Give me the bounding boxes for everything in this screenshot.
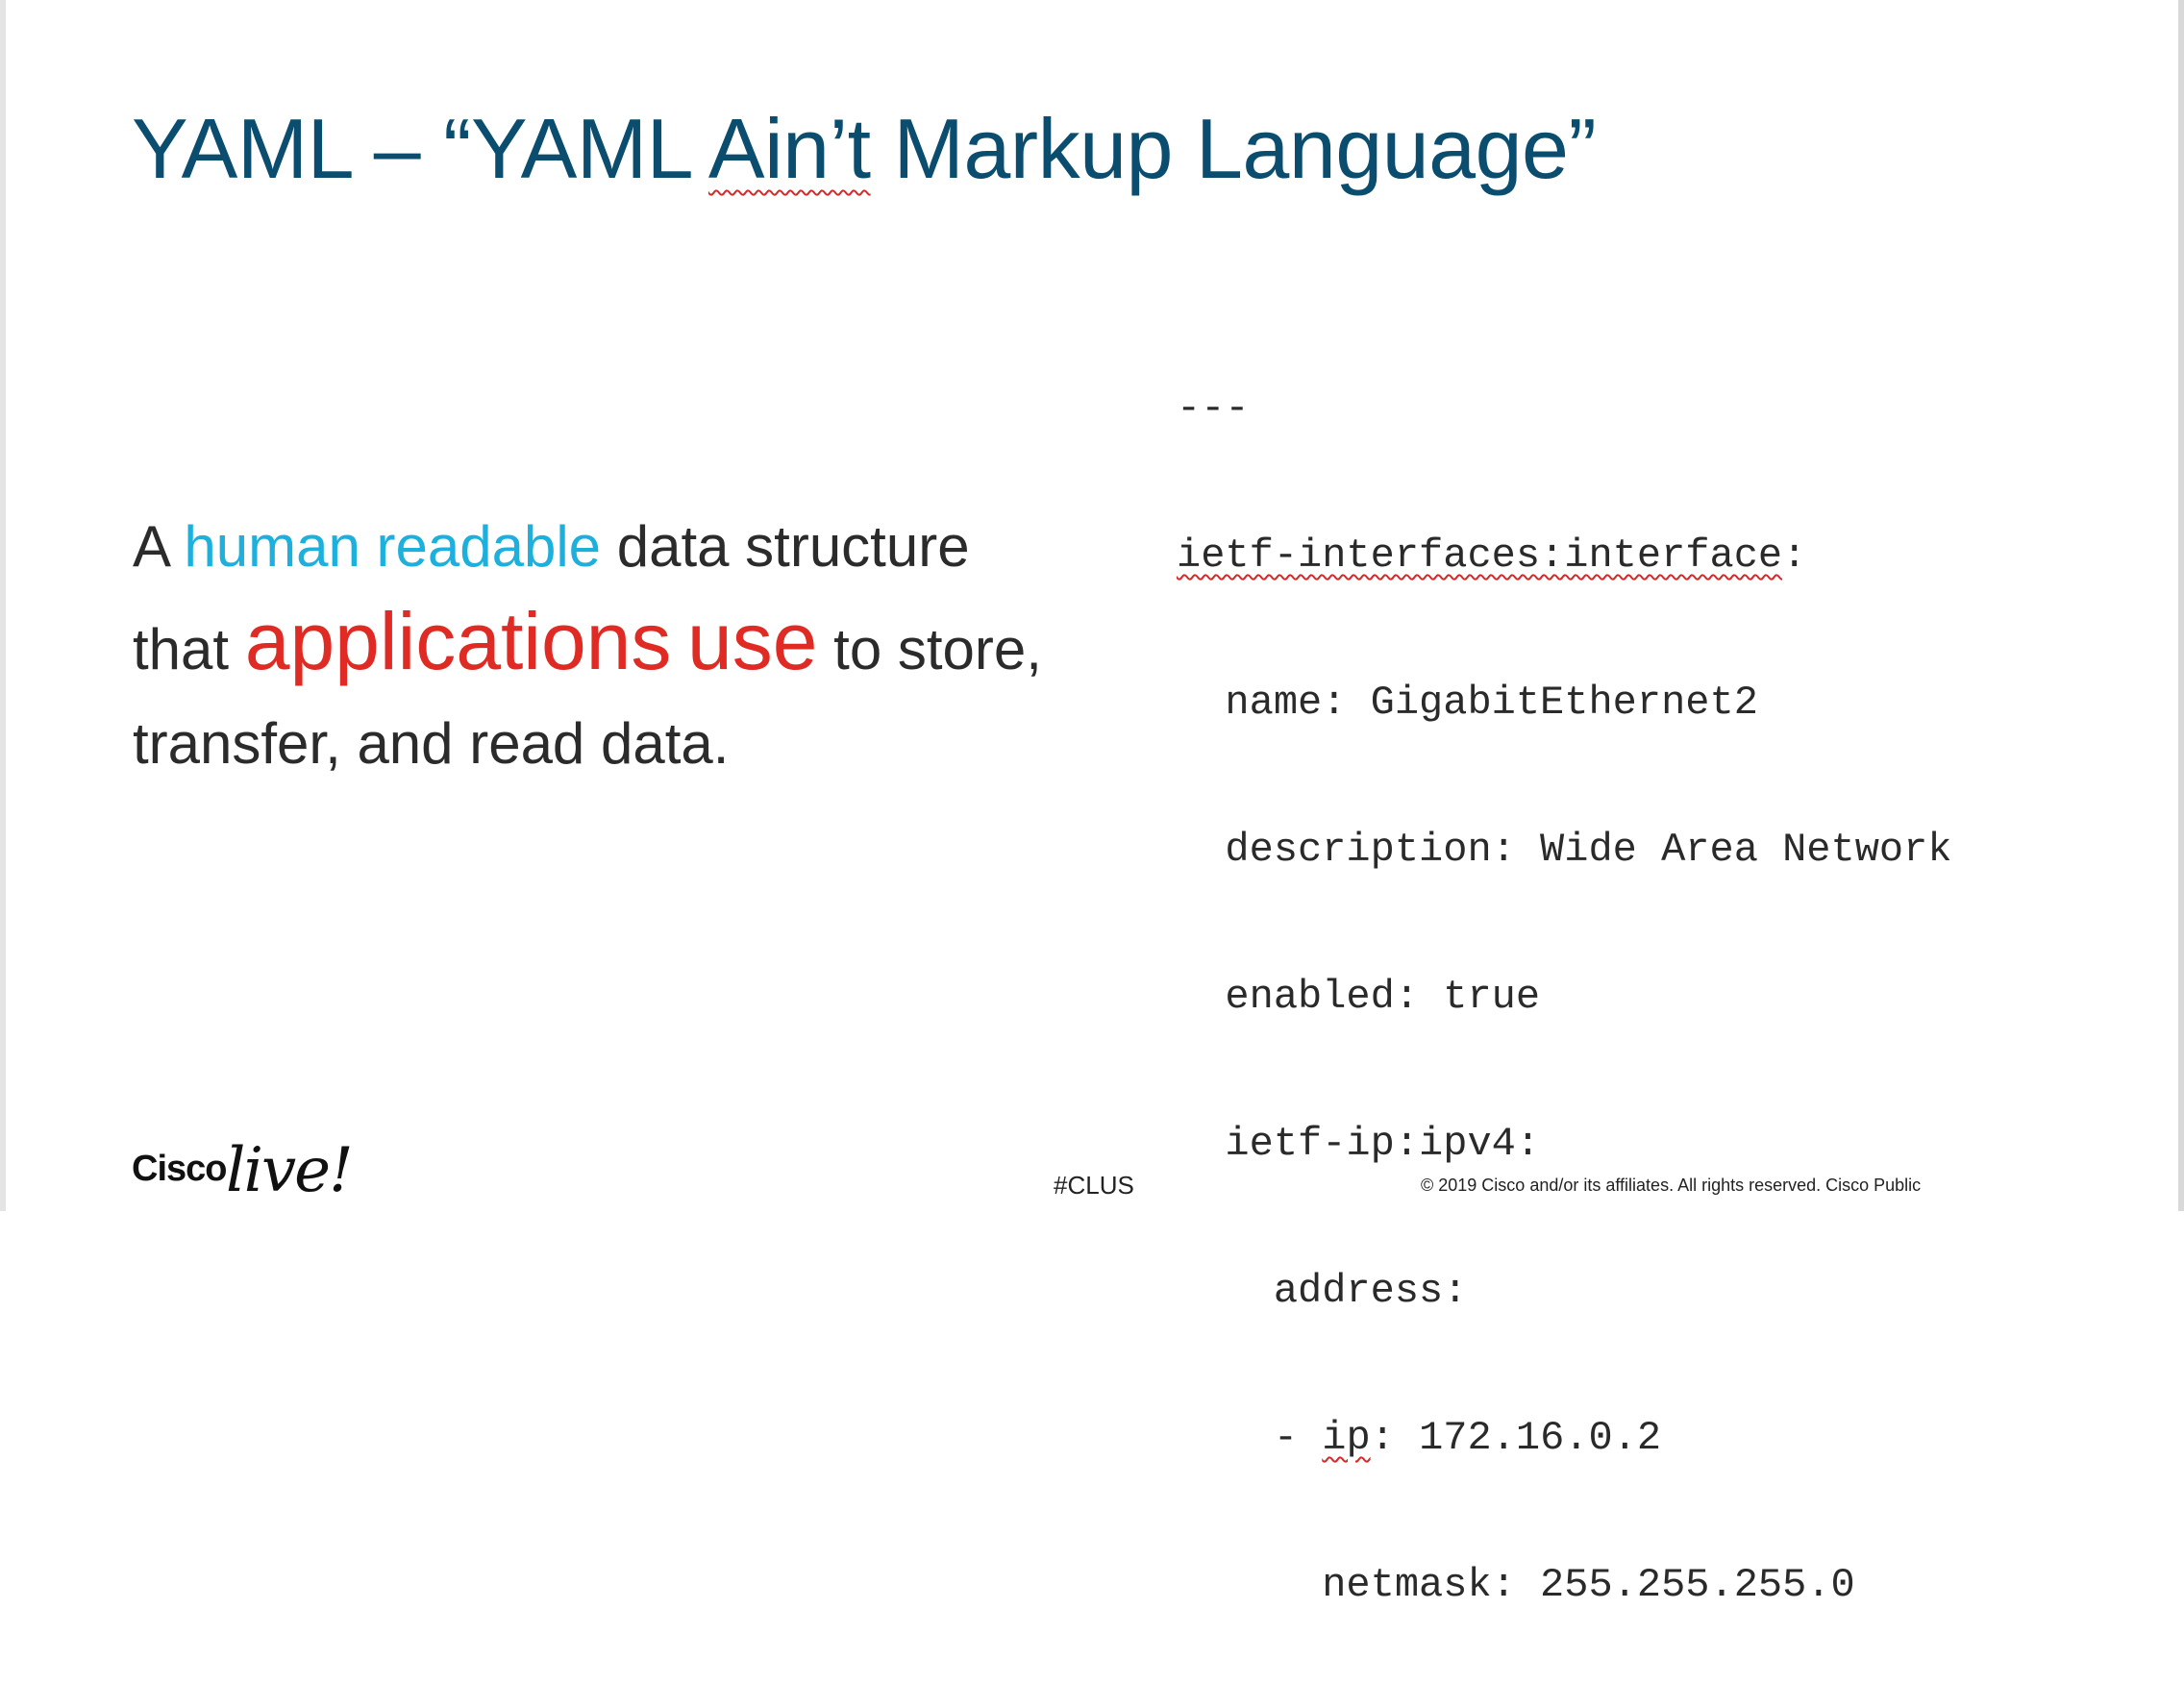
code-line: description: Wide Area Network — [1177, 827, 1952, 873]
slide-title: YAML – “YAML Ain’t Markup Language” — [132, 96, 1597, 202]
event-hashtag: #CLUS — [1054, 1171, 1134, 1200]
definition-paragraph: A human readable data structure that app… — [133, 500, 1075, 791]
title-misspelled-word: Ain’t — [707, 101, 871, 196]
title-suffix: Markup Language” — [870, 101, 1597, 196]
logo-live-text: live! — [226, 1135, 354, 1206]
definition-text-1: A — [133, 514, 185, 579]
code-misspelled-word: ip — [1322, 1415, 1371, 1461]
logo-cisco-text: Cisco — [132, 1149, 227, 1189]
code-line: --- — [1177, 385, 1250, 432]
cisco-live-logo: Cisco live! — [132, 1125, 354, 1206]
slide-edge-right — [2178, 0, 2184, 1211]
definition-highlight-red-2: use — [687, 596, 818, 686]
code-line-prefix: - — [1177, 1415, 1323, 1461]
code-line-rest: : 172.16.0.2 — [1370, 1415, 1662, 1461]
definition-highlight-blue: human readable — [184, 514, 602, 579]
code-misspelled-word: ietf-interfaces:interface — [1177, 532, 1783, 579]
definition-text-3 — [671, 617, 687, 681]
yaml-code-block: --- ietf-interfaces:interface: name: Gig… — [1177, 286, 1952, 1708]
presentation-slide: YAML – “YAML Ain’t Markup Language” A hu… — [0, 0, 2184, 1608]
code-line-rest: : — [1782, 532, 1807, 579]
definition-highlight-red-1: applications — [244, 596, 672, 686]
code-line: name: GigabitEthernet2 — [1177, 680, 1758, 726]
title-prefix: YAML – “YAML — [132, 101, 708, 196]
code-line: ietf-interfaces:interface: — [1177, 532, 1952, 581]
copyright-notice: © 2019 Cisco and/or its affiliates. All … — [1421, 1176, 1922, 1195]
code-line: - ip: 172.16.0.2 — [1177, 1414, 1952, 1463]
code-line: enabled: true — [1177, 974, 1541, 1020]
code-line: ietf-ip:ipv4: — [1177, 1121, 1541, 1167]
code-line: netmask: 255.255.255.0 — [1177, 1562, 1855, 1608]
code-line: address: — [1177, 1268, 1468, 1314]
slide-edge-left — [0, 0, 6, 1211]
